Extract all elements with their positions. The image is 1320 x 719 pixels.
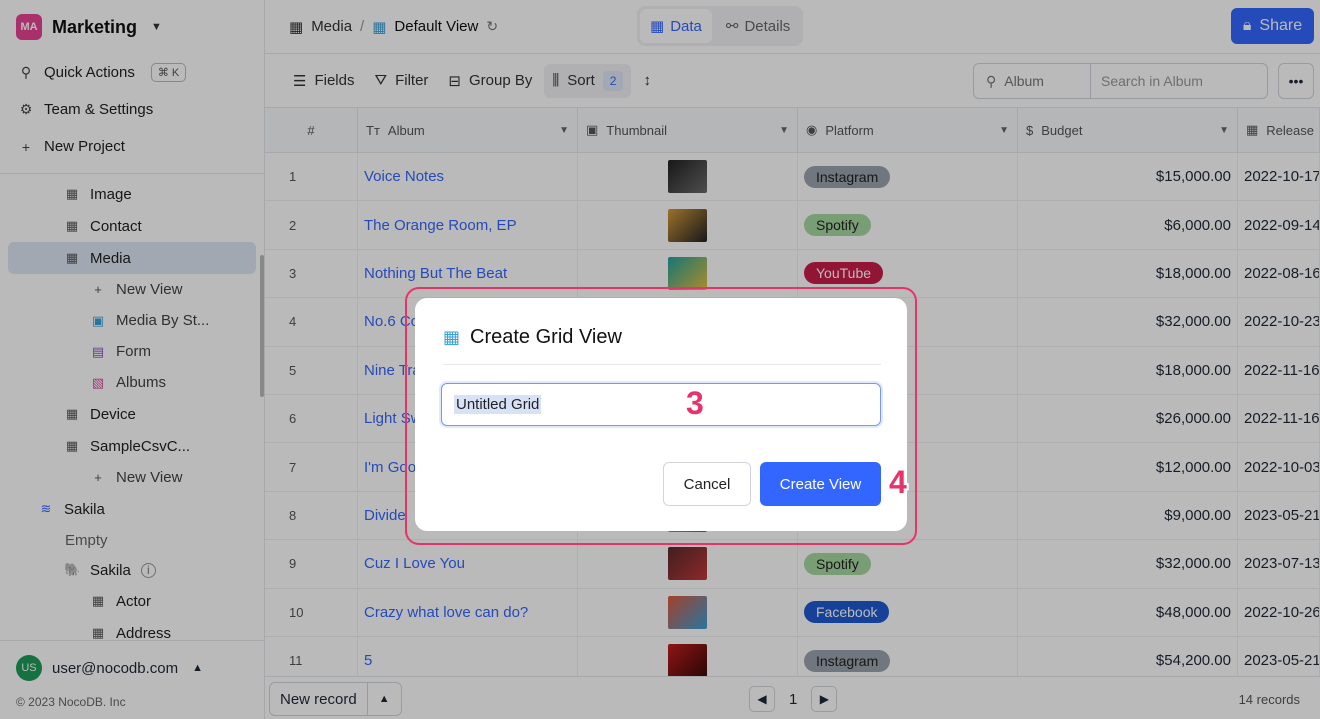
create-view-dialog: ▦ Create Grid View Untitled Grid Cancel … (415, 298, 907, 531)
step-marker-3: 3 (686, 385, 704, 421)
dialog-title: ▦ Create Grid View (443, 326, 622, 349)
view-name-value: Untitled Grid (454, 395, 542, 414)
grid-view-icon: ▦ (443, 327, 461, 347)
cancel-button[interactable]: Cancel (663, 462, 751, 506)
view-name-input[interactable]: Untitled Grid (441, 383, 881, 426)
create-view-button[interactable]: Create View (760, 462, 881, 506)
dialog-divider (443, 364, 881, 365)
step-marker-4: 4 (889, 464, 907, 500)
dialog-title-text: Create Grid View (470, 326, 622, 348)
